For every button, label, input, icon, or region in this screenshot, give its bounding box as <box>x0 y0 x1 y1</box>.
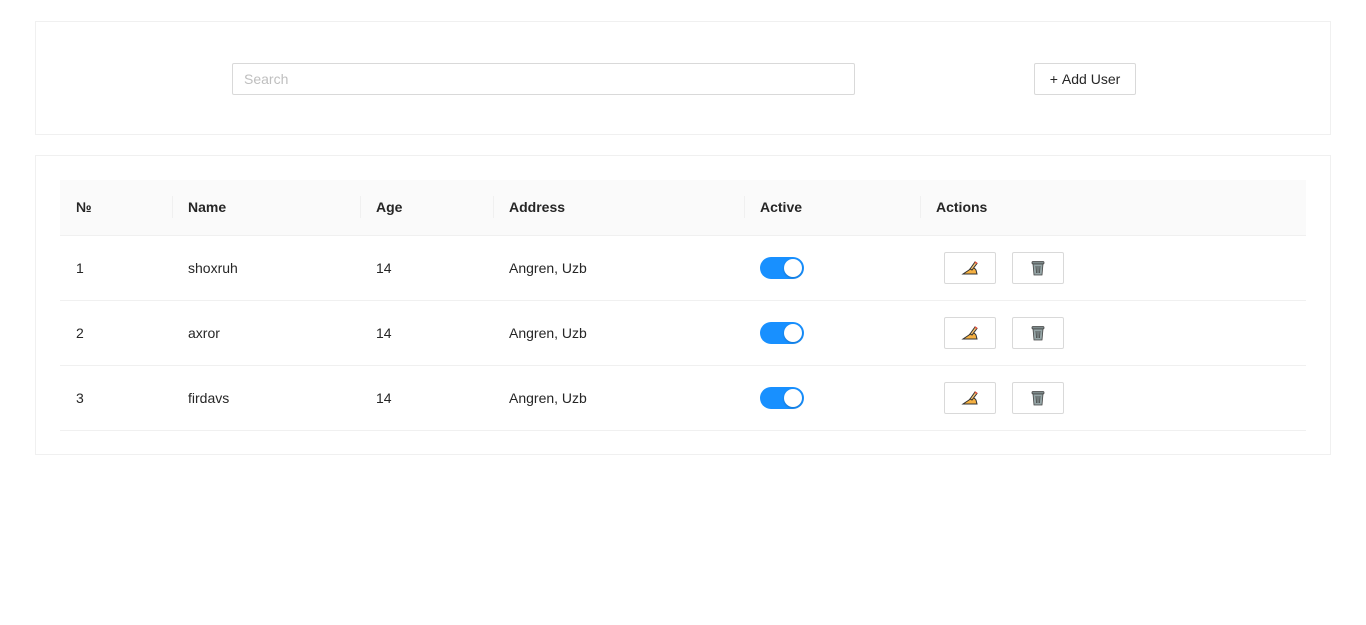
column-header-age: Age <box>360 180 493 236</box>
cell-age: 14 <box>360 365 493 431</box>
users-table-card: № Name Age Address Active Actions 1 shox… <box>35 155 1331 455</box>
column-header-address: Address <box>493 180 744 236</box>
trash-icon <box>1031 390 1045 406</box>
delete-button[interactable] <box>1012 381 1064 414</box>
cell-number: 1 <box>60 235 172 301</box>
cell-active <box>744 300 920 366</box>
active-toggle[interactable] <box>760 386 804 409</box>
active-toggle[interactable] <box>760 321 804 344</box>
column-header-active: Active <box>744 180 920 236</box>
edit-button[interactable] <box>944 381 996 414</box>
plus-icon: + <box>1049 71 1058 87</box>
cell-age: 14 <box>360 300 493 366</box>
cell-number: 2 <box>60 300 172 366</box>
trash-icon <box>1031 325 1045 341</box>
add-user-label: Add User <box>1061 71 1121 87</box>
cell-name: firdavs <box>172 365 360 431</box>
delete-button[interactable] <box>1012 251 1064 284</box>
edit-pencil-icon <box>961 260 979 276</box>
edit-pencil-icon <box>961 390 979 406</box>
cell-address: Angren, Uzb <box>493 365 744 431</box>
cell-address: Angren, Uzb <box>493 300 744 366</box>
toolbar-card: + Add User <box>35 21 1331 135</box>
add-user-button[interactable]: + Add User <box>1034 63 1136 95</box>
edit-pencil-icon <box>961 325 979 341</box>
cell-active <box>744 235 920 301</box>
cell-age: 14 <box>360 235 493 301</box>
cell-address: Angren, Uzb <box>493 235 744 301</box>
table-row: 1 shoxruh 14 Angren, Uzb <box>60 235 1306 301</box>
toggle-knob <box>784 258 802 277</box>
table-row: 3 firdavs 14 Angren, Uzb <box>60 365 1306 431</box>
delete-button[interactable] <box>1012 316 1064 349</box>
users-table: № Name Age Address Active Actions 1 shox… <box>60 180 1306 431</box>
edit-button[interactable] <box>944 251 996 284</box>
cell-actions <box>920 300 1306 366</box>
column-header-name: Name <box>172 180 360 236</box>
search-input[interactable] <box>232 63 855 95</box>
cell-actions <box>920 365 1306 431</box>
cell-name: shoxruh <box>172 235 360 301</box>
cell-actions <box>920 235 1306 301</box>
toggle-knob <box>784 388 802 407</box>
cell-name: axror <box>172 300 360 366</box>
column-header-actions: Actions <box>920 180 1306 236</box>
active-toggle[interactable] <box>760 256 804 279</box>
cell-number: 3 <box>60 365 172 431</box>
table-row: 2 axror 14 Angren, Uzb <box>60 300 1306 366</box>
edit-button[interactable] <box>944 316 996 349</box>
table-header-row: № Name Age Address Active Actions <box>60 180 1306 236</box>
trash-icon <box>1031 260 1045 276</box>
cell-active <box>744 365 920 431</box>
toggle-knob <box>784 323 802 342</box>
column-header-number: № <box>60 180 172 236</box>
